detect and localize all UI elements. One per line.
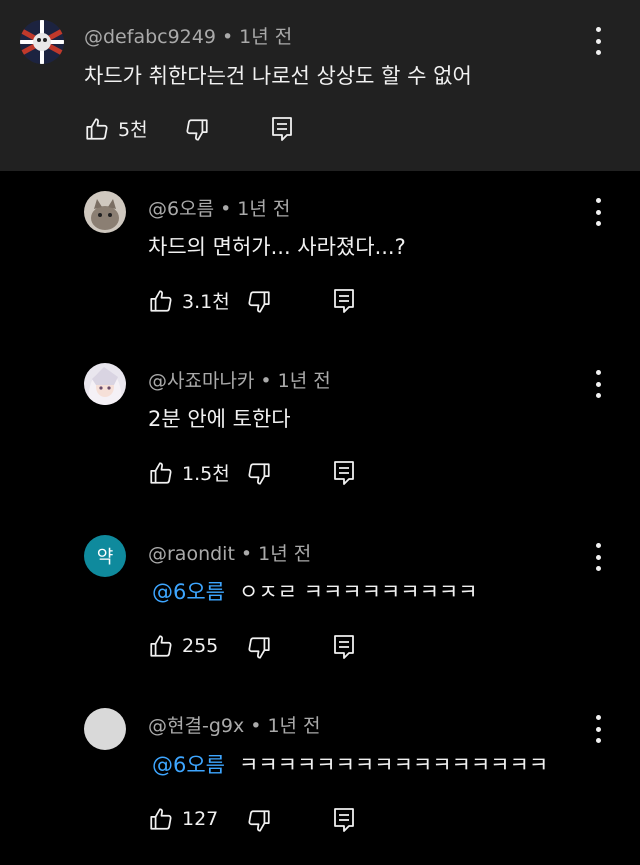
- like-count: 5천: [118, 119, 148, 141]
- parent-comment: @defabc9249 • 1년 전 차드가 취한다는건 나로선 상상도 할 수 없…: [0, 0, 640, 171]
- reply-icon: [332, 288, 356, 314]
- dislike-button[interactable]: [246, 461, 272, 487]
- author-name[interactable]: @raondit: [148, 543, 235, 565]
- more-vertical-icon[interactable]: [586, 543, 610, 571]
- like-count: 255: [182, 635, 219, 657]
- comment-text: @6오름 ㅋㅋㅋㅋㅋㅋㅋㅋㅋㅋㅋㅋㅋㅋㅋㅋ: [152, 749, 548, 779]
- like-count: 3.1천: [182, 291, 230, 313]
- like-button[interactable]: 1.5천: [148, 459, 230, 486]
- comment-actions: 1.5천: [148, 459, 368, 489]
- reply-button[interactable]: [332, 288, 356, 314]
- thumbs-down-icon: [246, 808, 272, 834]
- like-button[interactable]: 255: [148, 633, 218, 659]
- reply-icon: [332, 634, 356, 660]
- more-vertical-icon[interactable]: [586, 370, 610, 398]
- thumbs-down-icon: [246, 635, 272, 661]
- thumbs-down-icon: [246, 461, 272, 487]
- more-vertical-icon[interactable]: [586, 27, 610, 55]
- comment-meta: @defabc9249 • 1년 전: [84, 26, 293, 48]
- like-button[interactable]: 3.1천: [148, 287, 230, 314]
- more-vertical-icon[interactable]: [586, 198, 610, 226]
- more-vertical-icon[interactable]: [586, 715, 610, 743]
- comment-text: @6오름 ㅇㅈㄹ ㅋㅋㅋㅋㅋㅋㅋㅋㅋ: [152, 576, 478, 606]
- dislike-button[interactable]: [246, 289, 272, 315]
- reply-icon: [332, 807, 356, 833]
- timestamp[interactable]: 1년 전: [258, 543, 311, 565]
- comment-text: 차드의 면허가... 사라졌다...?: [148, 235, 406, 259]
- timestamp[interactable]: 1년 전: [237, 198, 290, 220]
- reply-button[interactable]: [332, 634, 356, 660]
- comment-text: 차드가 취한다는건 나로선 상상도 할 수 없어: [84, 64, 472, 88]
- dislike-button[interactable]: [184, 117, 210, 143]
- author-name[interactable]: @현결-g9x: [148, 715, 244, 737]
- comment-actions: 3.1천: [148, 287, 368, 317]
- reply-button[interactable]: [332, 460, 356, 486]
- comment-actions: 127: [148, 806, 368, 836]
- comment-meta: @사죠마나카 • 1년 전: [148, 370, 331, 392]
- thumbs-up-icon: [148, 288, 174, 314]
- comment-meta: @6오름 • 1년 전: [148, 198, 291, 220]
- thumbs-up-icon: [148, 806, 174, 832]
- like-count: 1.5천: [182, 463, 230, 485]
- like-button[interactable]: 5천: [84, 115, 148, 142]
- mention-link[interactable]: @6오름: [152, 580, 225, 604]
- reply-icon: [332, 460, 356, 486]
- avatar[interactable]: [84, 191, 126, 233]
- timestamp[interactable]: 1년 전: [278, 370, 331, 392]
- reply-icon: [270, 116, 294, 142]
- thumbs-up-icon: [84, 116, 110, 142]
- reply-button[interactable]: [270, 116, 294, 142]
- dislike-button[interactable]: [246, 808, 272, 834]
- timestamp[interactable]: 1년 전: [239, 26, 292, 48]
- avatar-letter: 약: [96, 547, 114, 568]
- avatar[interactable]: [84, 708, 126, 750]
- avatar[interactable]: [84, 363, 126, 405]
- thumbs-down-icon: [184, 117, 210, 143]
- thumbs-up-icon: [148, 633, 174, 659]
- like-button[interactable]: 127: [148, 806, 218, 832]
- thumbs-down-icon: [246, 289, 272, 315]
- comment-meta: @raondit • 1년 전: [148, 543, 312, 565]
- author-name[interactable]: @사죠마나카: [148, 370, 254, 392]
- comment-actions: 5천: [84, 115, 304, 145]
- like-count: 127: [182, 808, 219, 830]
- comment-text: 2분 안에 토한다: [148, 407, 291, 431]
- mention-link[interactable]: @6오름: [152, 753, 225, 777]
- avatar[interactable]: 약: [84, 535, 126, 577]
- comment-body: ㅋㅋㅋㅋㅋㅋㅋㅋㅋㅋㅋㅋㅋㅋㅋㅋ: [239, 753, 549, 777]
- author-name[interactable]: @defabc9249: [84, 26, 216, 48]
- timestamp[interactable]: 1년 전: [267, 715, 320, 737]
- comment-actions: 255: [148, 633, 368, 663]
- author-name[interactable]: @6오름: [148, 198, 214, 220]
- reply-button[interactable]: [332, 807, 356, 833]
- comment-meta: @현결-g9x • 1년 전: [148, 715, 321, 737]
- dislike-button[interactable]: [246, 635, 272, 661]
- avatar[interactable]: [20, 20, 64, 64]
- comment-body: ㅇㅈㄹ ㅋㅋㅋㅋㅋㅋㅋㅋㅋ: [239, 580, 478, 604]
- thumbs-up-icon: [148, 460, 174, 486]
